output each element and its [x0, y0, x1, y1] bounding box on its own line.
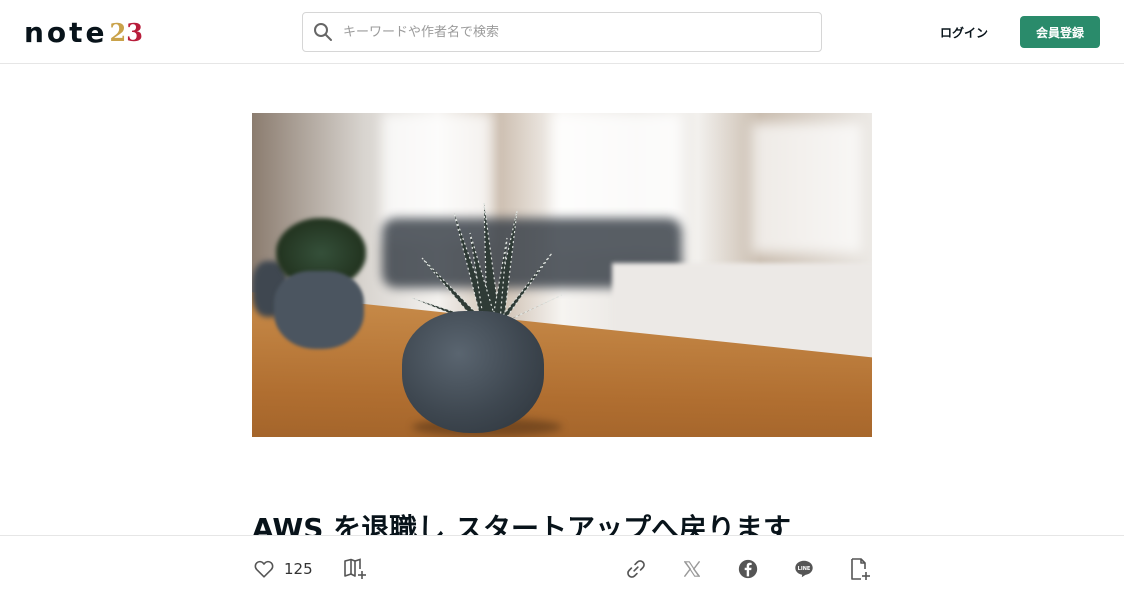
link-icon[interactable]	[624, 557, 648, 581]
search-input[interactable]	[343, 13, 821, 51]
note-logo[interactable]: note 23	[24, 18, 143, 48]
line-icon[interactable]: LINE	[792, 557, 816, 581]
succulent-plant	[412, 203, 562, 325]
article-action-bar: 125 LINE	[0, 535, 1124, 600]
site-header: note 23 ログイン 会員登録	[0, 0, 1124, 64]
signup-button[interactable]: 会員登録	[1020, 16, 1100, 48]
embed-icon[interactable]	[848, 557, 872, 581]
login-button[interactable]: ログイン	[930, 16, 998, 48]
like-count: 125	[284, 560, 313, 578]
facebook-icon[interactable]	[736, 557, 760, 581]
magazine-add-icon[interactable]	[343, 557, 367, 581]
search-icon[interactable]	[303, 13, 343, 51]
article-hero-image	[252, 113, 872, 437]
x-icon[interactable]	[680, 557, 704, 581]
search-box[interactable]	[302, 12, 822, 52]
heart-icon[interactable]	[252, 557, 276, 581]
plant-pot	[402, 311, 544, 433]
svg-text:LINE: LINE	[798, 566, 811, 572]
logo-year-badge: 23	[109, 18, 143, 47]
logo-wordmark: note	[24, 16, 108, 49]
